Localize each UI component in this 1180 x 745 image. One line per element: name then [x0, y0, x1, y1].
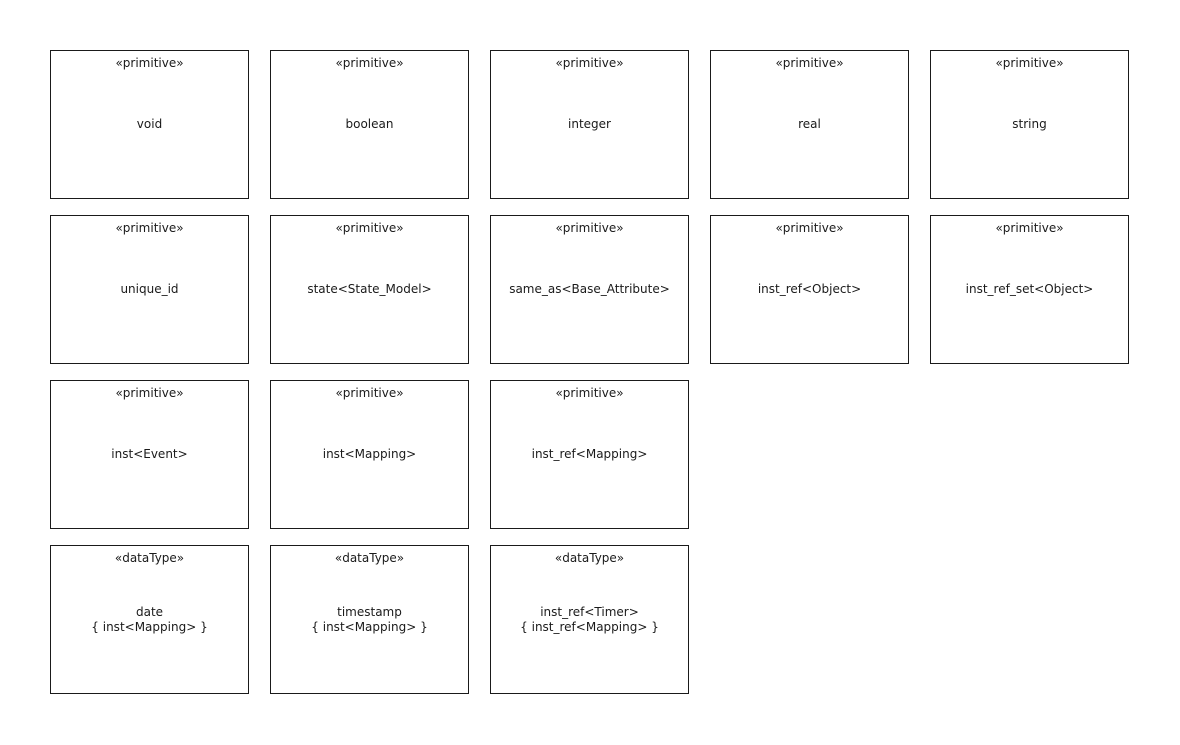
- classifier-body: integer: [491, 51, 688, 198]
- classifier-constraint: { inst<Mapping> }: [91, 619, 208, 634]
- classifier-box-inst-ref-object[interactable]: «primitive» inst_ref<Object>: [710, 215, 909, 364]
- classifier-name: date: [135, 604, 164, 619]
- classifier-box-string[interactable]: «primitive» string: [930, 50, 1129, 199]
- classifier-name: real: [798, 117, 821, 131]
- classifier-name: same_as<Base_Attribute>: [509, 282, 670, 296]
- classifier-name: state<State_Model>: [307, 282, 432, 296]
- classifier-box-inst-mapping[interactable]: «primitive» inst<Mapping>: [270, 380, 469, 529]
- classifier-name: inst_ref<Mapping>: [531, 447, 648, 461]
- classifier-name: inst<Mapping>: [322, 447, 417, 461]
- classifier-body: inst_ref<Mapping>: [491, 381, 688, 528]
- classifier-body: inst_ref<Object>: [711, 216, 908, 363]
- classifier-box-boolean[interactable]: «primitive» boolean: [270, 50, 469, 199]
- classifier-box-date[interactable]: «dataType» date{ inst<Mapping> }: [50, 545, 249, 694]
- classifier-body: same_as<Base_Attribute>: [491, 216, 688, 363]
- classifier-name: boolean: [345, 117, 394, 131]
- classifier-name: timestamp: [337, 604, 402, 619]
- classifier-box-void[interactable]: «primitive» void: [50, 50, 249, 199]
- class-diagram: «primitive» void «primitive» boolean «primit…: [0, 0, 1180, 745]
- classifier-body: inst<Event>: [51, 381, 248, 528]
- classifier-body: inst<Mapping>: [271, 381, 468, 528]
- classifier-constraint: { inst_ref<Mapping> }: [520, 619, 659, 634]
- classifier-body: boolean: [271, 51, 468, 198]
- classifier-box-inst-ref-timer[interactable]: «dataType» inst_ref<Timer>{ inst_ref<Mapp…: [490, 545, 689, 694]
- classifier-name: inst_ref<Object>: [757, 282, 862, 296]
- classifier-body: real: [711, 51, 908, 198]
- classifier-body: inst_ref<Timer>{ inst_ref<Mapping> }: [491, 546, 688, 693]
- classifier-body: state<State_Model>: [271, 216, 468, 363]
- classifier-box-state-state-model[interactable]: «primitive» state<State_Model>: [270, 215, 469, 364]
- classifier-constraint: { inst<Mapping> }: [311, 619, 428, 634]
- classifier-name: string: [1012, 117, 1047, 131]
- classifier-name: inst_ref<Timer>: [540, 604, 639, 619]
- classifier-box-integer[interactable]: «primitive» integer: [490, 50, 689, 199]
- classifier-body: unique_id: [51, 216, 248, 363]
- classifier-name: unique_id: [120, 282, 179, 296]
- classifier-name: inst<Event>: [111, 447, 188, 461]
- classifier-box-same-as-base-attribute[interactable]: «primitive» same_as<Base_Attribute>: [490, 215, 689, 364]
- classifier-name: inst_ref_set<Object>: [965, 282, 1094, 296]
- classifier-name: void: [136, 117, 163, 131]
- classifier-body: void: [51, 51, 248, 198]
- classifier-body: string: [931, 51, 1128, 198]
- classifier-body: inst_ref_set<Object>: [931, 216, 1128, 363]
- classifier-body: timestamp{ inst<Mapping> }: [271, 546, 468, 693]
- classifier-box-inst-event[interactable]: «primitive» inst<Event>: [50, 380, 249, 529]
- classifier-box-timestamp[interactable]: «dataType» timestamp{ inst<Mapping> }: [270, 545, 469, 694]
- classifier-body: date{ inst<Mapping> }: [51, 546, 248, 693]
- classifier-box-inst-ref-mapping[interactable]: «primitive» inst_ref<Mapping>: [490, 380, 689, 529]
- classifier-box-unique-id[interactable]: «primitive» unique_id: [50, 215, 249, 364]
- classifier-name: integer: [568, 117, 611, 131]
- classifier-box-real[interactable]: «primitive» real: [710, 50, 909, 199]
- classifier-box-inst-ref-set-object[interactable]: «primitive» inst_ref_set<Object>: [930, 215, 1129, 364]
